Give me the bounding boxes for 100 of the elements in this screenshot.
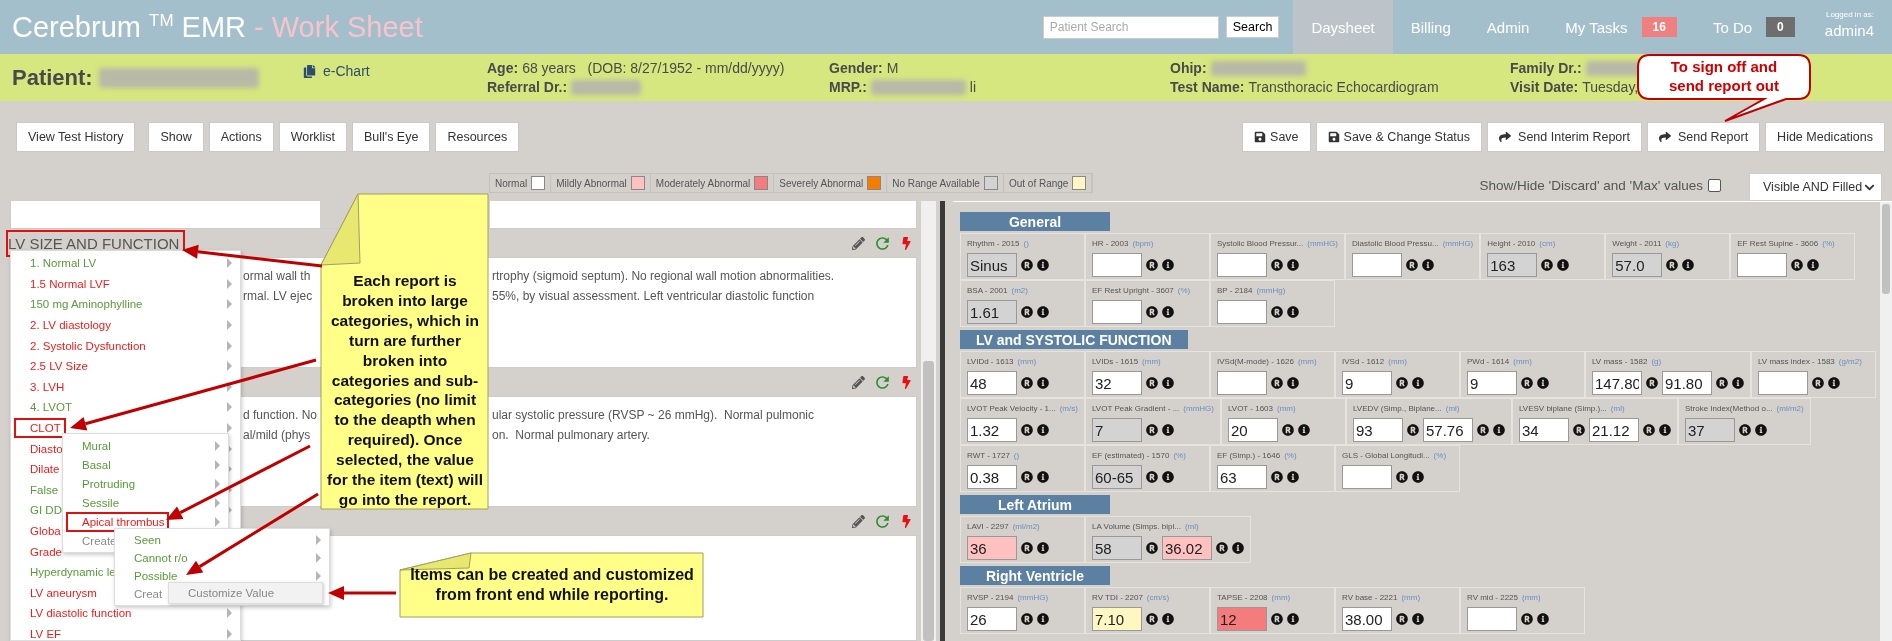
unit-label: (mm) xyxy=(1142,357,1161,366)
unit-label: (kg) xyxy=(1665,239,1680,248)
info-value: 68 years (DOB: 8/27/1952 - mm/dd/yyyy) xyxy=(522,60,785,76)
nav-label: Billing xyxy=(1410,18,1451,36)
measurement-label: LVEDV (Simp., Biplane... xyxy=(1352,404,1442,413)
info-label: Ohip: xyxy=(1170,60,1207,76)
measurement-label: Systolic Blood Pressur... xyxy=(1217,239,1304,248)
measurement-label: RV mid - 2225 xyxy=(1467,593,1518,602)
unit-label: (ml) xyxy=(1445,404,1460,413)
measurement-label: LV mass - 1582 xyxy=(1592,357,1648,366)
unit-label: (mm) xyxy=(1271,593,1291,602)
unit-label: (bpm) xyxy=(1132,239,1154,248)
report-text: d function. No xyxy=(243,408,318,422)
unit-label: (ml/m2) xyxy=(1776,404,1804,413)
unit-label: (cm) xyxy=(1539,239,1556,248)
measurement-label: EF Rest Supine - 3606 xyxy=(1737,239,1819,248)
info-value: M xyxy=(886,60,899,76)
unit-label: (mm) xyxy=(1297,357,1317,366)
measurement-label: RV TDI - 2207 xyxy=(1092,593,1143,602)
info-value: li xyxy=(969,79,977,95)
unit-label: (%) xyxy=(1177,286,1191,295)
measurement-label: PWd - 1614 xyxy=(1467,357,1510,366)
measurement-label: BSA - 2001 xyxy=(967,286,1008,295)
measurement-label: GLS - Global Longitudi... xyxy=(1342,451,1430,460)
measurement-label: EF (estimated) - 1570 xyxy=(1092,451,1170,460)
unit-label: (mmHg) xyxy=(1256,286,1286,295)
callout-text: Each report is broken into large categories, which in turn are further broken into categories and sub-categories (no limit to the deapth when required). Once selected, the value for the item (text) will go into the report. xyxy=(326,271,484,510)
measurement-label: TAPSE - 2208 xyxy=(1217,593,1268,602)
measurement-label: LVIDd - 1613 xyxy=(967,357,1014,366)
measurement-label: RVSP - 2194 xyxy=(967,593,1014,602)
report-text: ormal wall th xyxy=(243,269,311,283)
app-title: Cerebrum $^{TM}$ EMR xyxy=(12,10,247,44)
report-text: ular systolic pressure (RVSP ~ 26 mmHg). Normal pulmonic xyxy=(492,408,814,422)
measurement-label: LVOT Peak Gradient - ... xyxy=(1092,404,1180,413)
page-title: - Work Sheet xyxy=(254,10,423,44)
patient-label: Patient: xyxy=(12,64,93,91)
legend-label: Severely Abnormal xyxy=(779,177,864,189)
callout-text: Items can be created and customized from front end while reporting. xyxy=(409,565,695,606)
info-label: Visit Date: xyxy=(1510,79,1579,95)
unit-label: (m/s) xyxy=(1059,404,1078,413)
legend-label: Moderately Abnormal xyxy=(655,177,751,189)
unit-label: (%) xyxy=(1173,451,1186,460)
report-text: on. Normal pulmonary artery. xyxy=(492,428,650,442)
measurement-label: IVSd - 1612 xyxy=(1342,357,1385,366)
unit-label: (mm) xyxy=(1401,593,1421,602)
unit-label: () xyxy=(1013,451,1020,460)
unit-label: (mmHG) xyxy=(1183,404,1214,413)
count-badge: 16 xyxy=(1641,17,1677,37)
report-text: al/mild (phys xyxy=(243,428,311,442)
measurement-label: RWT - 1727 xyxy=(967,451,1010,460)
unit-label: (%) xyxy=(1284,451,1297,460)
section-header: General xyxy=(960,212,1110,231)
unit-label: (%) xyxy=(1822,239,1835,248)
info-label: Age: xyxy=(487,60,519,76)
report-text: 55%, by visual assessment. Left ventricular diastolic function xyxy=(492,289,815,303)
unit-label: (m2) xyxy=(1011,286,1028,295)
count-badge: 0 xyxy=(1766,17,1795,37)
info-label: Family Dr.: xyxy=(1510,60,1582,76)
measurement-label: LAVI - 2297 xyxy=(967,522,1009,531)
legend-label: Out of Range xyxy=(1008,177,1069,189)
unit-label: (%) xyxy=(1433,451,1447,460)
info-label: MRP.: xyxy=(829,79,867,95)
toggle-label: Show/Hide 'Discard' and 'Max' values xyxy=(1479,178,1703,193)
measurement-label: Diastolic Blood Pressu... xyxy=(1351,239,1439,248)
unit-label: (mm) xyxy=(1388,357,1407,366)
unit-label: (mmHG) xyxy=(1307,239,1338,248)
measurement-label: BP - 2184 xyxy=(1217,286,1253,295)
info-value: Transthoracic Echocardiogram xyxy=(1248,79,1439,95)
report-text: rtrophy (sigmoid septum). No regional wall motion abnormalities. xyxy=(492,269,835,283)
legend-label: No Range Available xyxy=(892,177,980,189)
section-header: LV and SYSTOLIC FUNCTION xyxy=(960,330,1188,349)
report-text: rmal. LV ejec xyxy=(243,289,313,303)
bubble-text: To sign off and send report out xyxy=(1668,57,1780,96)
unit-label: (mmHG) xyxy=(1442,239,1474,248)
measurement-label: Stroke Index(Method o... xyxy=(1684,404,1773,413)
measurement-label: IVSd(M-mode) - 1626 xyxy=(1217,357,1294,366)
legend-label: Normal xyxy=(495,177,528,189)
measurement-label: RV base - 2221 xyxy=(1342,593,1398,602)
unit-label: (g/m2) xyxy=(1838,357,1862,366)
measurement-label: Rhythm - 2015 xyxy=(967,239,1020,248)
unit-label: (mmHG) xyxy=(1017,593,1049,602)
unit-label: (ml) xyxy=(1610,404,1625,413)
measurement-label: LA Volume (Simps. bipl... xyxy=(1092,522,1181,531)
section-header: Left Atrium xyxy=(960,495,1110,514)
measurement-label: Weight - 2011 xyxy=(1612,239,1662,248)
unit-label: (g) xyxy=(1651,357,1662,366)
info-label: Test Name: xyxy=(1170,79,1245,95)
unit-label: (mm) xyxy=(1017,357,1037,366)
nav-label: My Tasks xyxy=(1565,18,1628,36)
measurement-label: LVIDs - 1615 xyxy=(1092,357,1139,366)
section-header: Right Ventricle xyxy=(960,566,1110,585)
measurement-label: EF Rest Upright - 3607 xyxy=(1092,286,1174,295)
unit-label: (ml/m2) xyxy=(1012,522,1040,531)
info-label: Gender: xyxy=(829,60,883,76)
info-value: Tuesday, xyxy=(1582,79,1639,95)
user-caption: Logged in as: xyxy=(1825,9,1874,19)
unit-label: (cm/s) xyxy=(1146,593,1170,602)
unit-label: (mm) xyxy=(1513,357,1532,366)
unit-label: (mm) xyxy=(1277,404,1296,413)
measurement-label: Height - 2010 xyxy=(1487,239,1536,248)
